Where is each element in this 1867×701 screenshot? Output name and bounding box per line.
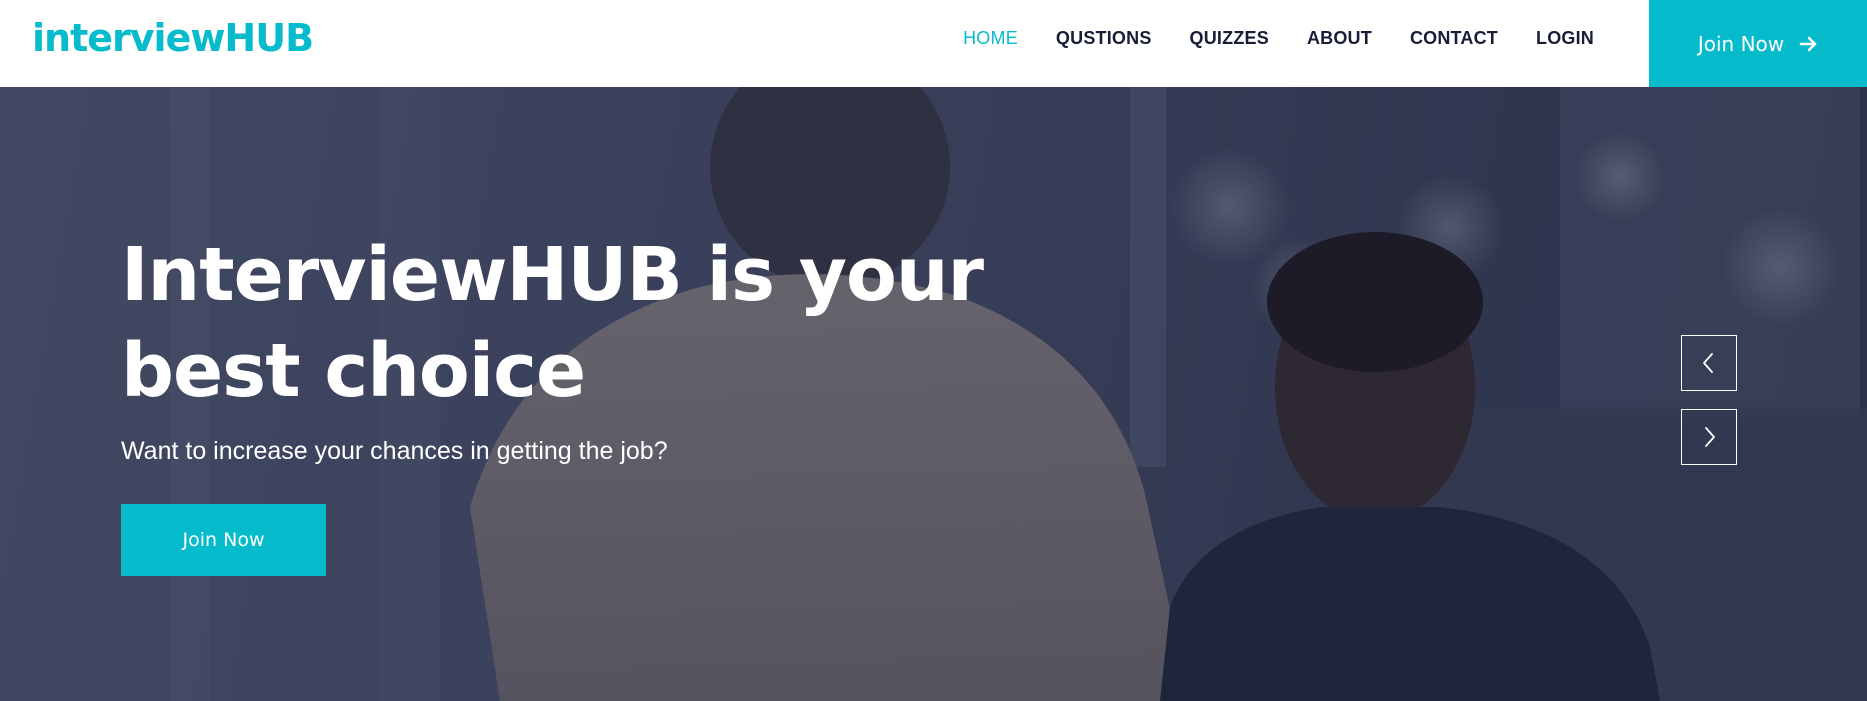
nav-link-login[interactable]: LOGIN (1517, 28, 1613, 49)
hero-content: InterviewHUB is your best choice Want to… (121, 227, 1171, 576)
hero-join-now-button[interactable]: Join Now (121, 504, 326, 576)
navbar: interviewHUB HOME QUSTIONS QUIZZES ABOUT… (0, 0, 1867, 87)
chevron-left-icon (1703, 353, 1713, 373)
nav-links: HOME QUSTIONS QUIZZES ABOUT CONTACT LOGI… (944, 0, 1613, 76)
brand-logo[interactable]: interviewHUB (32, 16, 314, 60)
hero-title: InterviewHUB is your best choice (121, 232, 984, 414)
carousel-prev-button[interactable] (1681, 335, 1737, 391)
hero-section: InterviewHUB is your best choice Want to… (0, 87, 1867, 701)
nav-link-quizzes[interactable]: QUIZZES (1171, 28, 1288, 49)
chevron-right-icon (1705, 427, 1715, 447)
hero-subtitle: Want to increase your chances in getting… (121, 437, 668, 465)
carousel-next-button[interactable] (1681, 409, 1737, 465)
nav-link-about[interactable]: ABOUT (1288, 28, 1391, 49)
nav-join-now-button[interactable]: Join Now (1649, 0, 1867, 87)
nav-link-home[interactable]: HOME (944, 28, 1037, 49)
nav-link-contact[interactable]: CONTACT (1391, 28, 1517, 49)
arrow-right-icon (1799, 36, 1817, 51)
nav-join-now-label: Join Now (1697, 31, 1785, 56)
nav-link-questions[interactable]: QUSTIONS (1037, 28, 1171, 49)
